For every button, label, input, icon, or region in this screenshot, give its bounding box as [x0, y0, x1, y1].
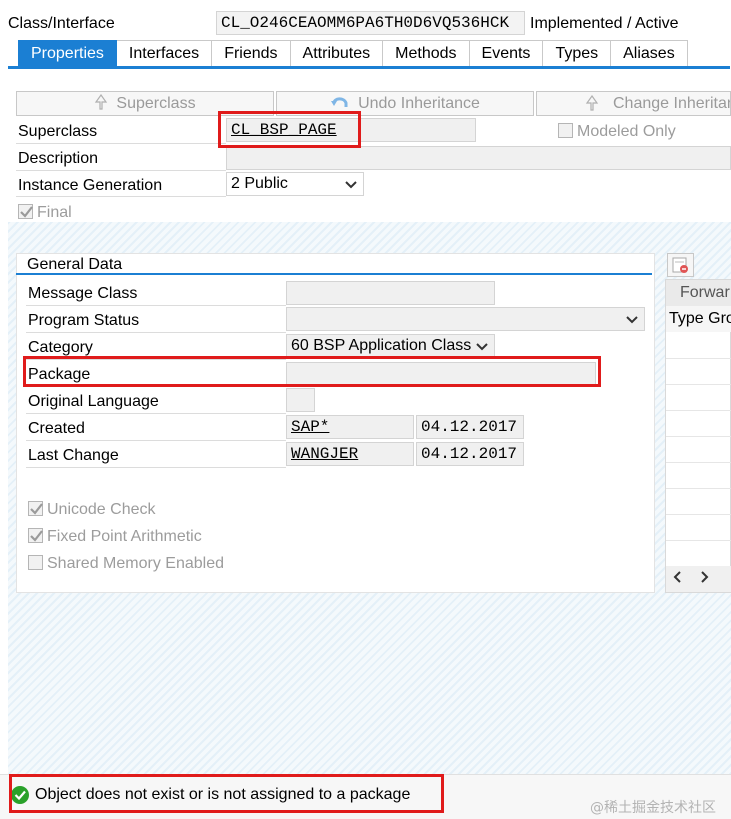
superclass-label: Superclass — [18, 123, 98, 140]
fixed-point-label: Fixed Point Arithmetic — [47, 528, 202, 545]
general-data-title: General Data — [27, 256, 123, 273]
status-text: Implemented / Active — [530, 15, 679, 32]
type-group-column-header[interactable]: Type Gro — [666, 306, 731, 332]
status-message-highlight — [9, 774, 444, 813]
chevron-down-icon — [474, 338, 490, 354]
tab-aliases[interactable]: Aliases — [611, 40, 688, 67]
tab-interfaces[interactable]: Interfaces — [116, 40, 213, 67]
tab-strip: Properties Interfaces Friends Attributes… — [18, 40, 688, 67]
shared-memory-checkbox[interactable] — [28, 555, 43, 570]
delete-row-button[interactable] — [667, 253, 694, 277]
final-label: Final — [37, 204, 72, 221]
program-status-label: Program Status — [28, 312, 140, 329]
forward-column-header[interactable]: Forwar — [666, 280, 731, 306]
scroll-right-icon[interactable] — [697, 569, 711, 590]
last-change-label: Last Change — [28, 447, 119, 464]
tab-attributes[interactable]: Attributes — [290, 40, 384, 67]
unicode-check-label: Unicode Check — [47, 501, 156, 518]
scroll-left-icon[interactable] — [671, 569, 685, 590]
description-field[interactable] — [226, 146, 731, 170]
shared-memory-label: Shared Memory Enabled — [47, 555, 224, 572]
description-label: Description — [18, 150, 99, 167]
tab-methods[interactable]: Methods — [383, 40, 470, 67]
change-inheritance-icon — [585, 94, 599, 111]
created-label: Created — [28, 420, 85, 437]
tab-friends[interactable]: Friends — [212, 40, 291, 67]
class-name-field[interactable]: CL_O246CEAOMM6PA6TH0D6VQ536HCK — [216, 11, 525, 35]
modeled-only-label: Modeled Only — [577, 123, 676, 140]
program-status-select[interactable] — [286, 307, 645, 331]
message-class-field[interactable] — [286, 281, 495, 305]
general-data-underline — [16, 273, 652, 275]
original-language-field[interactable] — [286, 388, 315, 412]
chevron-down-icon — [624, 311, 640, 327]
tab-events[interactable]: Events — [469, 40, 544, 67]
undo-icon — [330, 94, 350, 110]
tab-types[interactable]: Types — [543, 40, 612, 67]
class-interface-label: Class/Interface — [8, 15, 115, 32]
watermark: @稀土掘金技术社区 — [590, 800, 716, 816]
original-language-label: Original Language — [28, 393, 159, 410]
superclass-highlight — [218, 111, 361, 148]
chevron-down-icon — [343, 176, 359, 192]
changed-date-field[interactable]: 04.12.2017 — [416, 442, 524, 466]
instance-generation-label: Instance Generation — [18, 177, 163, 194]
unicode-check-checkbox[interactable] — [28, 501, 43, 516]
delete-row-icon — [672, 257, 690, 279]
category-label: Category — [28, 339, 93, 356]
created-by-field[interactable]: SAP* — [286, 415, 414, 439]
final-checkbox[interactable] — [18, 204, 33, 219]
change-inheritance-button[interactable]: Change Inheritan — [536, 91, 731, 116]
superclass-icon — [94, 93, 108, 110]
tab-properties[interactable]: Properties — [18, 40, 117, 67]
category-select[interactable]: 60 BSP Application Class — [286, 334, 495, 358]
instance-generation-select[interactable]: 2 Public — [226, 172, 364, 196]
fixed-point-checkbox[interactable] — [28, 528, 43, 543]
message-class-label: Message Class — [28, 285, 138, 302]
package-highlight — [23, 356, 601, 387]
modeled-only-checkbox[interactable] — [558, 123, 573, 138]
changed-by-field[interactable]: WANGJER — [286, 442, 414, 466]
created-date-field[interactable]: 04.12.2017 — [416, 415, 524, 439]
